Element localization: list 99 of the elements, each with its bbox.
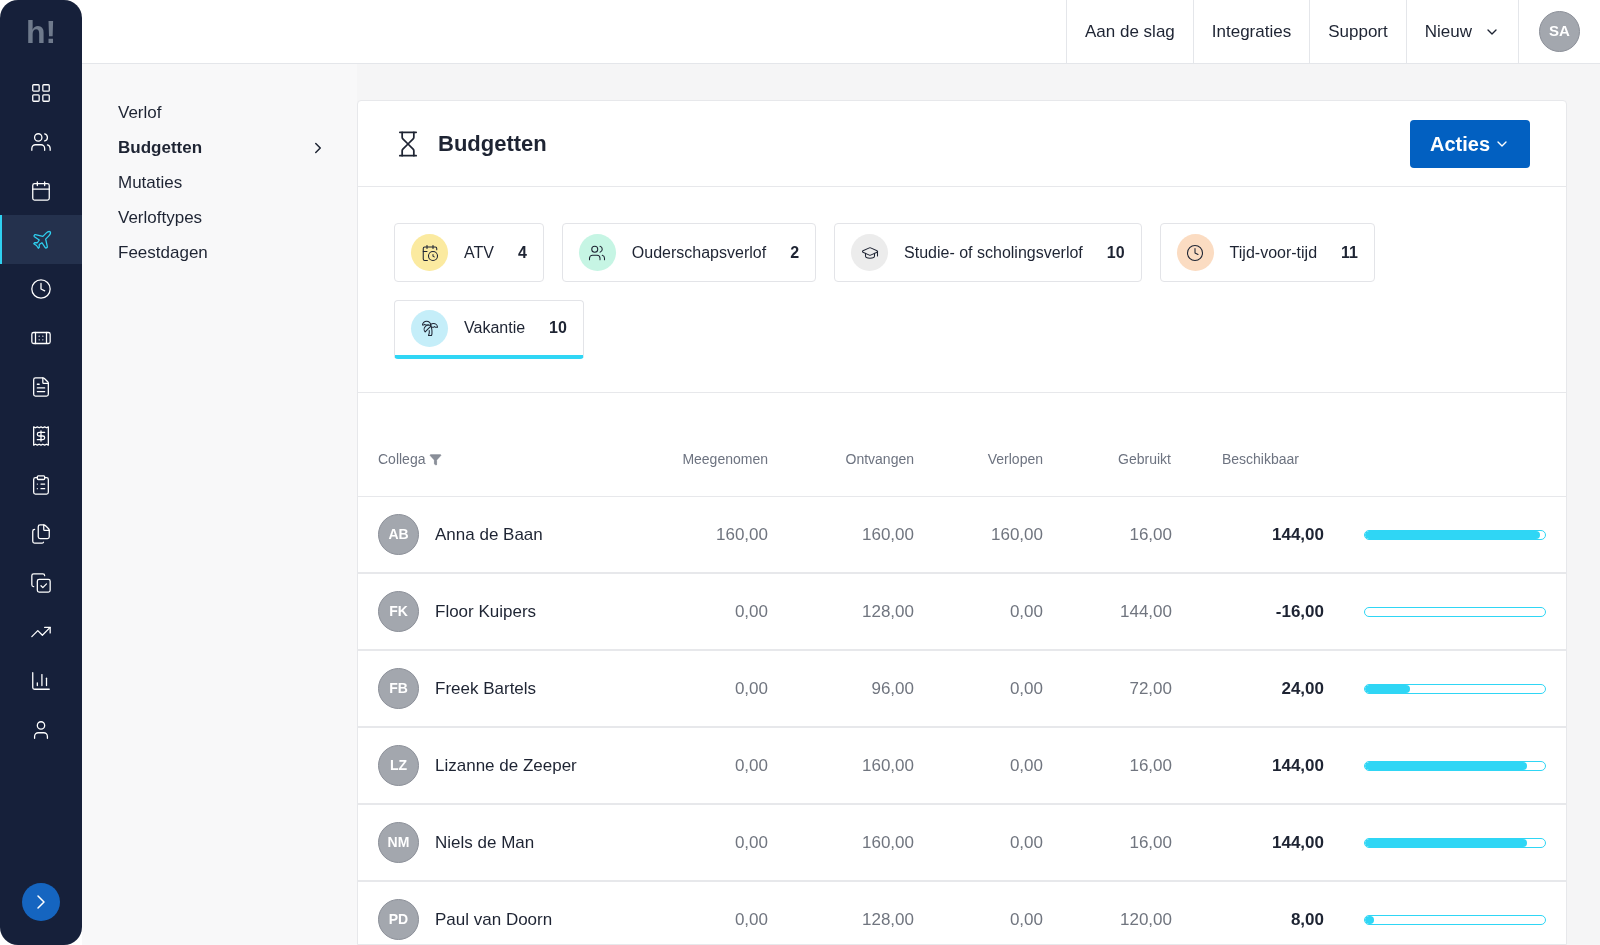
avatar: AB: [378, 514, 419, 555]
available-value: 144,00: [1271, 523, 1324, 546]
table-cell-text: 0,00: [733, 831, 768, 854]
clock-icon: [30, 277, 52, 300]
table-row[interactable]: FK Floor Kuipers 0,00 128,00 0,00 144,00 -16,00: [358, 574, 1566, 651]
table-cell-text: 0,00: [1008, 600, 1043, 623]
employee-name: Freek Bartels: [435, 677, 537, 700]
available-value: 24,00: [1280, 677, 1324, 700]
leave-type-count: 10: [1106, 242, 1125, 263]
column-header: Collega: [378, 450, 426, 469]
employee-name: Floor Kuipers: [435, 600, 537, 623]
column-header: Beschikbaar: [1220, 450, 1299, 469]
clipboard-icon: [30, 473, 52, 496]
checked-copy-icon: [30, 571, 52, 594]
leave-type-count: 4: [517, 242, 527, 263]
calendar-clock-icon: [420, 243, 439, 262]
table-cell-text: 16,00: [1128, 754, 1172, 777]
sidebar-nav-button[interactable]: [0, 215, 82, 264]
available-value: 144,00: [1271, 754, 1324, 777]
plane-icon: [31, 228, 53, 251]
table-cell-text: 0,00: [733, 600, 768, 623]
clock-icon: [1186, 243, 1205, 262]
top-nav-link[interactable]: Integraties: [1192, 0, 1310, 63]
table-cell-text: 0,00: [1008, 908, 1043, 931]
table-cell-text: 160,00: [861, 523, 914, 546]
top-nav-link[interactable]: Aan de slag: [1066, 0, 1193, 63]
table-cell-text: 160,00: [861, 831, 914, 854]
top-nav-link[interactable]: Support: [1309, 0, 1406, 63]
leave-type-count: 11: [1341, 242, 1358, 263]
leave-type-count: 10: [549, 318, 567, 338]
actions-button[interactable]: Acties: [1409, 119, 1530, 168]
leave-type-label: Studie- of scholingsverlof: [904, 242, 1083, 263]
employee-name: Niels de Man: [435, 831, 535, 854]
leave-type-label: ATV: [464, 242, 494, 263]
table-cell-text: 0,00: [1008, 831, 1043, 854]
avatar: FB: [378, 668, 419, 709]
table-cell-text: 72,00: [1128, 677, 1172, 700]
subnav-link[interactable]: Verloftypes: [118, 205, 327, 230]
leave-type-tab[interactable]: Studie- of scholingsverlof 10: [834, 223, 1142, 282]
receipt-icon: [30, 424, 52, 447]
leave-type-tab[interactable]: Ouderschapsverlof 2: [561, 223, 817, 282]
expand-button[interactable]: [22, 883, 60, 921]
logo[interactable]: h!: [25, 16, 57, 48]
bar-chart-icon: [30, 669, 52, 692]
available-value: 144,00: [1271, 831, 1324, 854]
table-cell-text: 16,00: [1128, 831, 1172, 854]
avatar: NM: [378, 822, 419, 863]
subnav-link[interactable]: Mutaties: [118, 170, 327, 195]
table-cell-text: 0,00: [733, 677, 768, 700]
leave-type-label: Vakantie: [464, 318, 526, 338]
employee-name: Lizanne de Zeeper: [435, 754, 577, 777]
top-nav-link[interactable]: Nieuw: [1405, 0, 1518, 63]
table-row[interactable]: PD Paul van Doorn 0,00 128,00 0,00 120,00 8,00: [358, 882, 1566, 945]
people-icon: [588, 243, 607, 262]
table-cell-text: 160,00: [990, 523, 1043, 546]
subnav-link[interactable]: Budgetten: [118, 135, 327, 160]
available-value: 8,00: [1289, 908, 1324, 931]
column-header: Ontvangen: [844, 450, 914, 469]
table-cell-text: 96,00: [870, 677, 914, 700]
employee-name: Paul van Doorn: [435, 908, 553, 931]
files-icon: [30, 522, 52, 545]
avatar: PD: [378, 899, 419, 940]
page-title: Budgetten: [438, 130, 547, 158]
filter-icon: [429, 453, 443, 466]
grid-icon: [30, 81, 52, 104]
table-row[interactable]: LZ Lizanne de Zeeper 0,00 160,00 0,00 16,00 144,00: [358, 728, 1566, 805]
employee-name: Anna de Baan: [435, 523, 543, 546]
table-cell-text: 0,00: [733, 908, 768, 931]
table-cell-text: 144,00: [1119, 600, 1172, 623]
avatar: FK: [378, 591, 419, 632]
column-header: Meegenomen: [681, 450, 768, 469]
table-cell-text: 16,00: [1128, 523, 1172, 546]
table-cell-text: 160,00: [715, 523, 768, 546]
table-cell-text: 120,00: [1119, 908, 1172, 931]
palm-tree-icon: [420, 319, 439, 337]
table-cell-text: 160,00: [861, 754, 914, 777]
subnav-link[interactable]: Feestdagen: [118, 240, 327, 265]
leave-type-count: 2: [790, 242, 800, 263]
leave-type-label: Ouderschapsverlof: [631, 242, 767, 263]
table-cell-text: 0,00: [1008, 754, 1043, 777]
available-value: -16,00: [1274, 600, 1324, 623]
subnav-link[interactable]: Verlof: [118, 100, 327, 125]
leave-type-label: Tijd-voor-tijd: [1229, 242, 1318, 263]
table-cell-text: 128,00: [861, 908, 914, 931]
table-row[interactable]: NM Niels de Man 0,00 160,00 0,00 16,00 144,00: [358, 805, 1566, 882]
table-cell-text: 128,00: [861, 600, 914, 623]
leave-type-tab[interactable]: ATV 4: [394, 223, 544, 282]
leave-type-tab[interactable]: Vakantie 10: [394, 300, 584, 359]
document-icon: [30, 375, 52, 398]
table-cell-text: 0,00: [1008, 677, 1043, 700]
column-header: Gebruikt: [1117, 450, 1171, 469]
calendar-icon: [30, 179, 52, 202]
avatar: LZ: [378, 745, 419, 786]
table-row[interactable]: FB Freek Bartels 0,00 96,00 0,00 72,00 24,00: [358, 651, 1566, 728]
people-icon: [30, 130, 52, 153]
column-header: Verlopen: [986, 450, 1043, 469]
table-cell-text: 0,00: [733, 754, 768, 777]
leave-type-tab[interactable]: Tijd-voor-tijd 11: [1159, 223, 1375, 282]
table-row[interactable]: AB Anna de Baan 160,00 160,00 160,00 16,00 144,00: [358, 497, 1566, 574]
